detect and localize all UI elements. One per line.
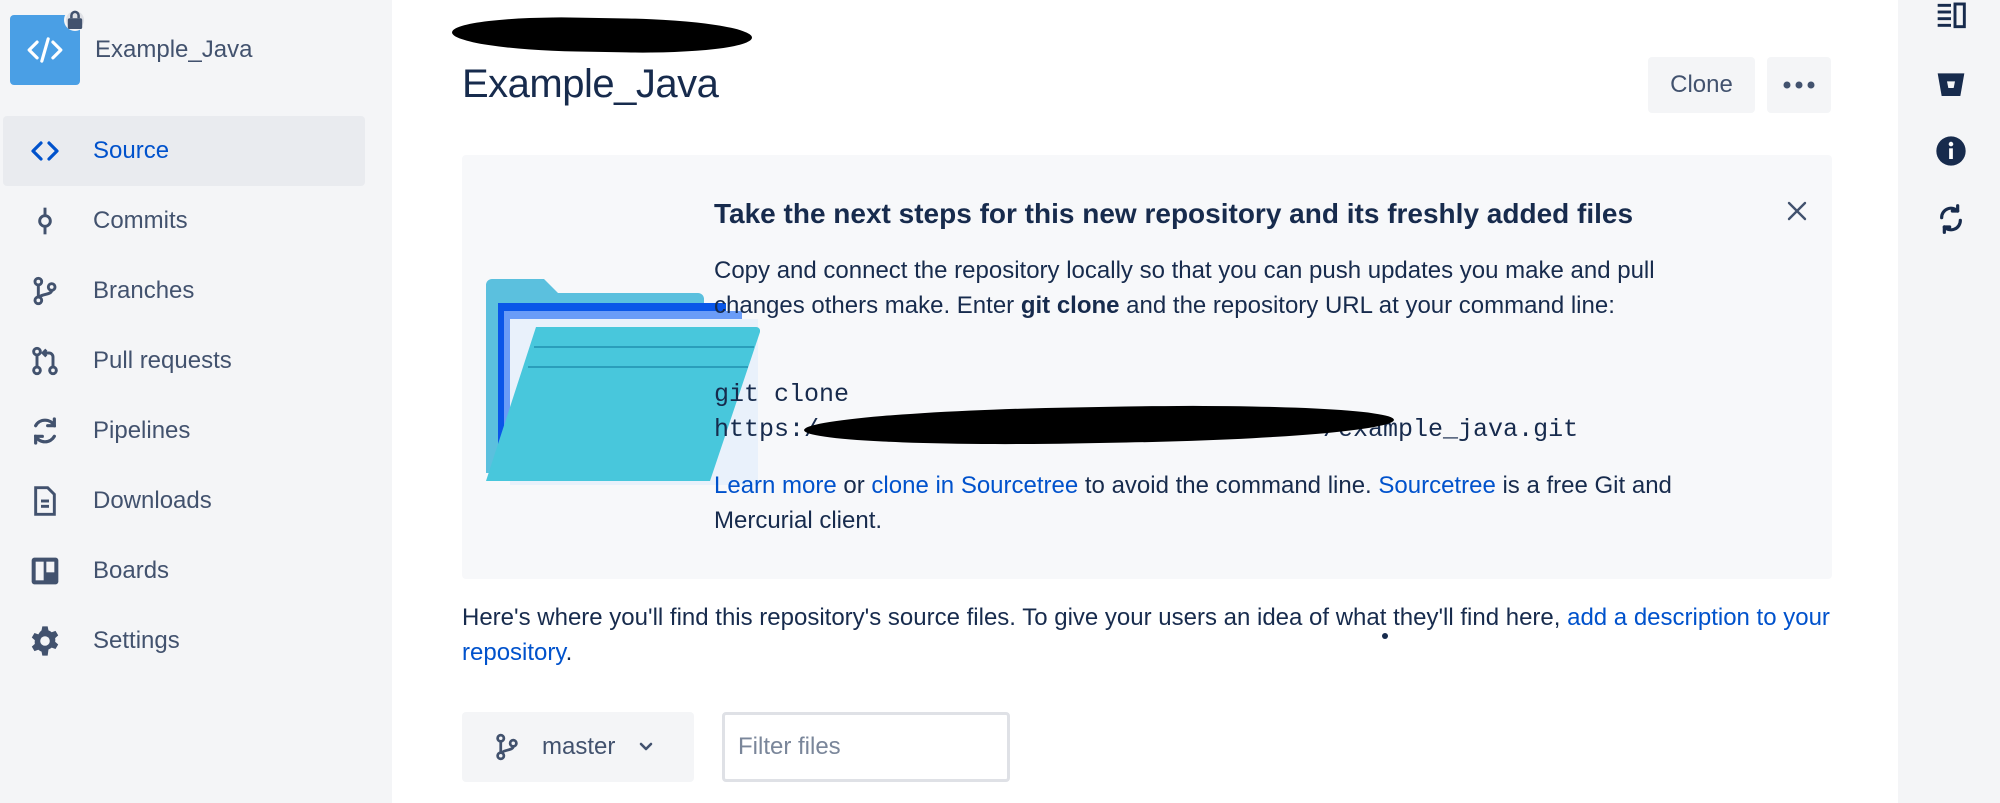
sidebar-item-settings[interactable]: Settings (3, 606, 365, 676)
pull-request-icon (3, 345, 93, 377)
static-text: or (836, 472, 872, 499)
repo-avatar[interactable] (10, 9, 86, 85)
sidebar-item-boards[interactable]: Boards (3, 536, 365, 606)
lock-icon (64, 9, 86, 31)
sidebar-item-label: Pipelines (93, 417, 191, 444)
sidebar-item-commits[interactable]: Commits (3, 186, 365, 256)
close-icon[interactable] (1782, 196, 1812, 226)
clone-in-sourcetree-link[interactable]: clone in Sourcetree (871, 472, 1078, 499)
code-line: git clone (714, 380, 850, 409)
stray-dot (1382, 633, 1388, 639)
instructions-text: and the repository URL at your command l… (1119, 292, 1615, 319)
sidebar-item-label: Boards (93, 557, 170, 584)
branch-icon (496, 733, 518, 761)
sidebar-item-label: Downloads (93, 487, 212, 514)
sidebar-item-label: Source (93, 137, 170, 164)
commit-icon (3, 205, 93, 237)
sidebar-item-pull-requests[interactable]: Pull requests (3, 326, 365, 396)
filter-files-input[interactable] (722, 712, 1010, 782)
repo-name[interactable]: Example_Java (95, 36, 252, 64)
git-clone-command: git clone (1020, 292, 1120, 319)
sourcetree-info: Learn more or clone in Sourcetree to avo… (714, 468, 1694, 538)
sidebar-item-downloads[interactable]: Downloads (3, 466, 365, 536)
chevron-down-icon (640, 742, 653, 751)
code-icon (3, 135, 93, 167)
table-of-contents-icon[interactable] (1935, 0, 1967, 32)
static-text: . (565, 639, 573, 666)
gear-icon (3, 625, 93, 657)
boards-icon (3, 555, 93, 587)
page-title: Example_Java (462, 62, 719, 106)
redaction-mark (451, 15, 753, 55)
static-text: Here's where you'll find this repository… (462, 604, 1568, 631)
info-icon[interactable] (1935, 135, 1967, 167)
redaction-mark (803, 401, 1395, 449)
clone-button[interactable]: Clone (1648, 57, 1755, 113)
pipelines-icon (3, 415, 93, 447)
repo-description-hint: Here's where you'll find this repository… (462, 600, 1862, 670)
branch-selector[interactable]: master (462, 712, 694, 782)
code-icon (27, 37, 63, 63)
bitbucket-icon[interactable] (1935, 68, 1967, 100)
sidebar-nav: Source Commits Branches Pull requests Pi… (3, 116, 365, 676)
sync-icon[interactable] (1935, 203, 1967, 235)
banner-instructions: Copy and connect the repository locally … (714, 253, 1694, 323)
more-actions-button[interactable] (1767, 57, 1831, 113)
sourcetree-link[interactable]: Sourcetree (1378, 472, 1495, 499)
learn-more-link[interactable]: Learn more (714, 472, 837, 499)
branch-icon (3, 275, 93, 307)
sidebar-item-branches[interactable]: Branches (3, 256, 365, 326)
sidebar-item-label: Settings (93, 627, 180, 654)
sidebar-item-label: Commits (93, 207, 188, 234)
more-icon (1783, 81, 1815, 89)
sidebar-item-source[interactable]: Source (3, 116, 365, 186)
static-text: to avoid the command line. (1078, 472, 1379, 499)
main-content: Example_Java Clone Take the next steps f… (392, 0, 1898, 803)
clone-command-block[interactable]: git clone https://example_java.git (714, 377, 1578, 449)
branch-name: master (542, 733, 616, 760)
sidebar-item-pipelines[interactable]: Pipelines (3, 396, 365, 466)
right-rail (1898, 0, 2000, 803)
repo-header[interactable]: Example_Java (10, 9, 252, 85)
sidebar: Example_Java Source Commits Branches Pul… (0, 0, 392, 803)
banner-title: Take the next steps for this new reposit… (714, 198, 1634, 229)
sidebar-item-label: Branches (93, 277, 195, 304)
downloads-icon (3, 485, 93, 517)
sidebar-item-label: Pull requests (93, 347, 232, 374)
